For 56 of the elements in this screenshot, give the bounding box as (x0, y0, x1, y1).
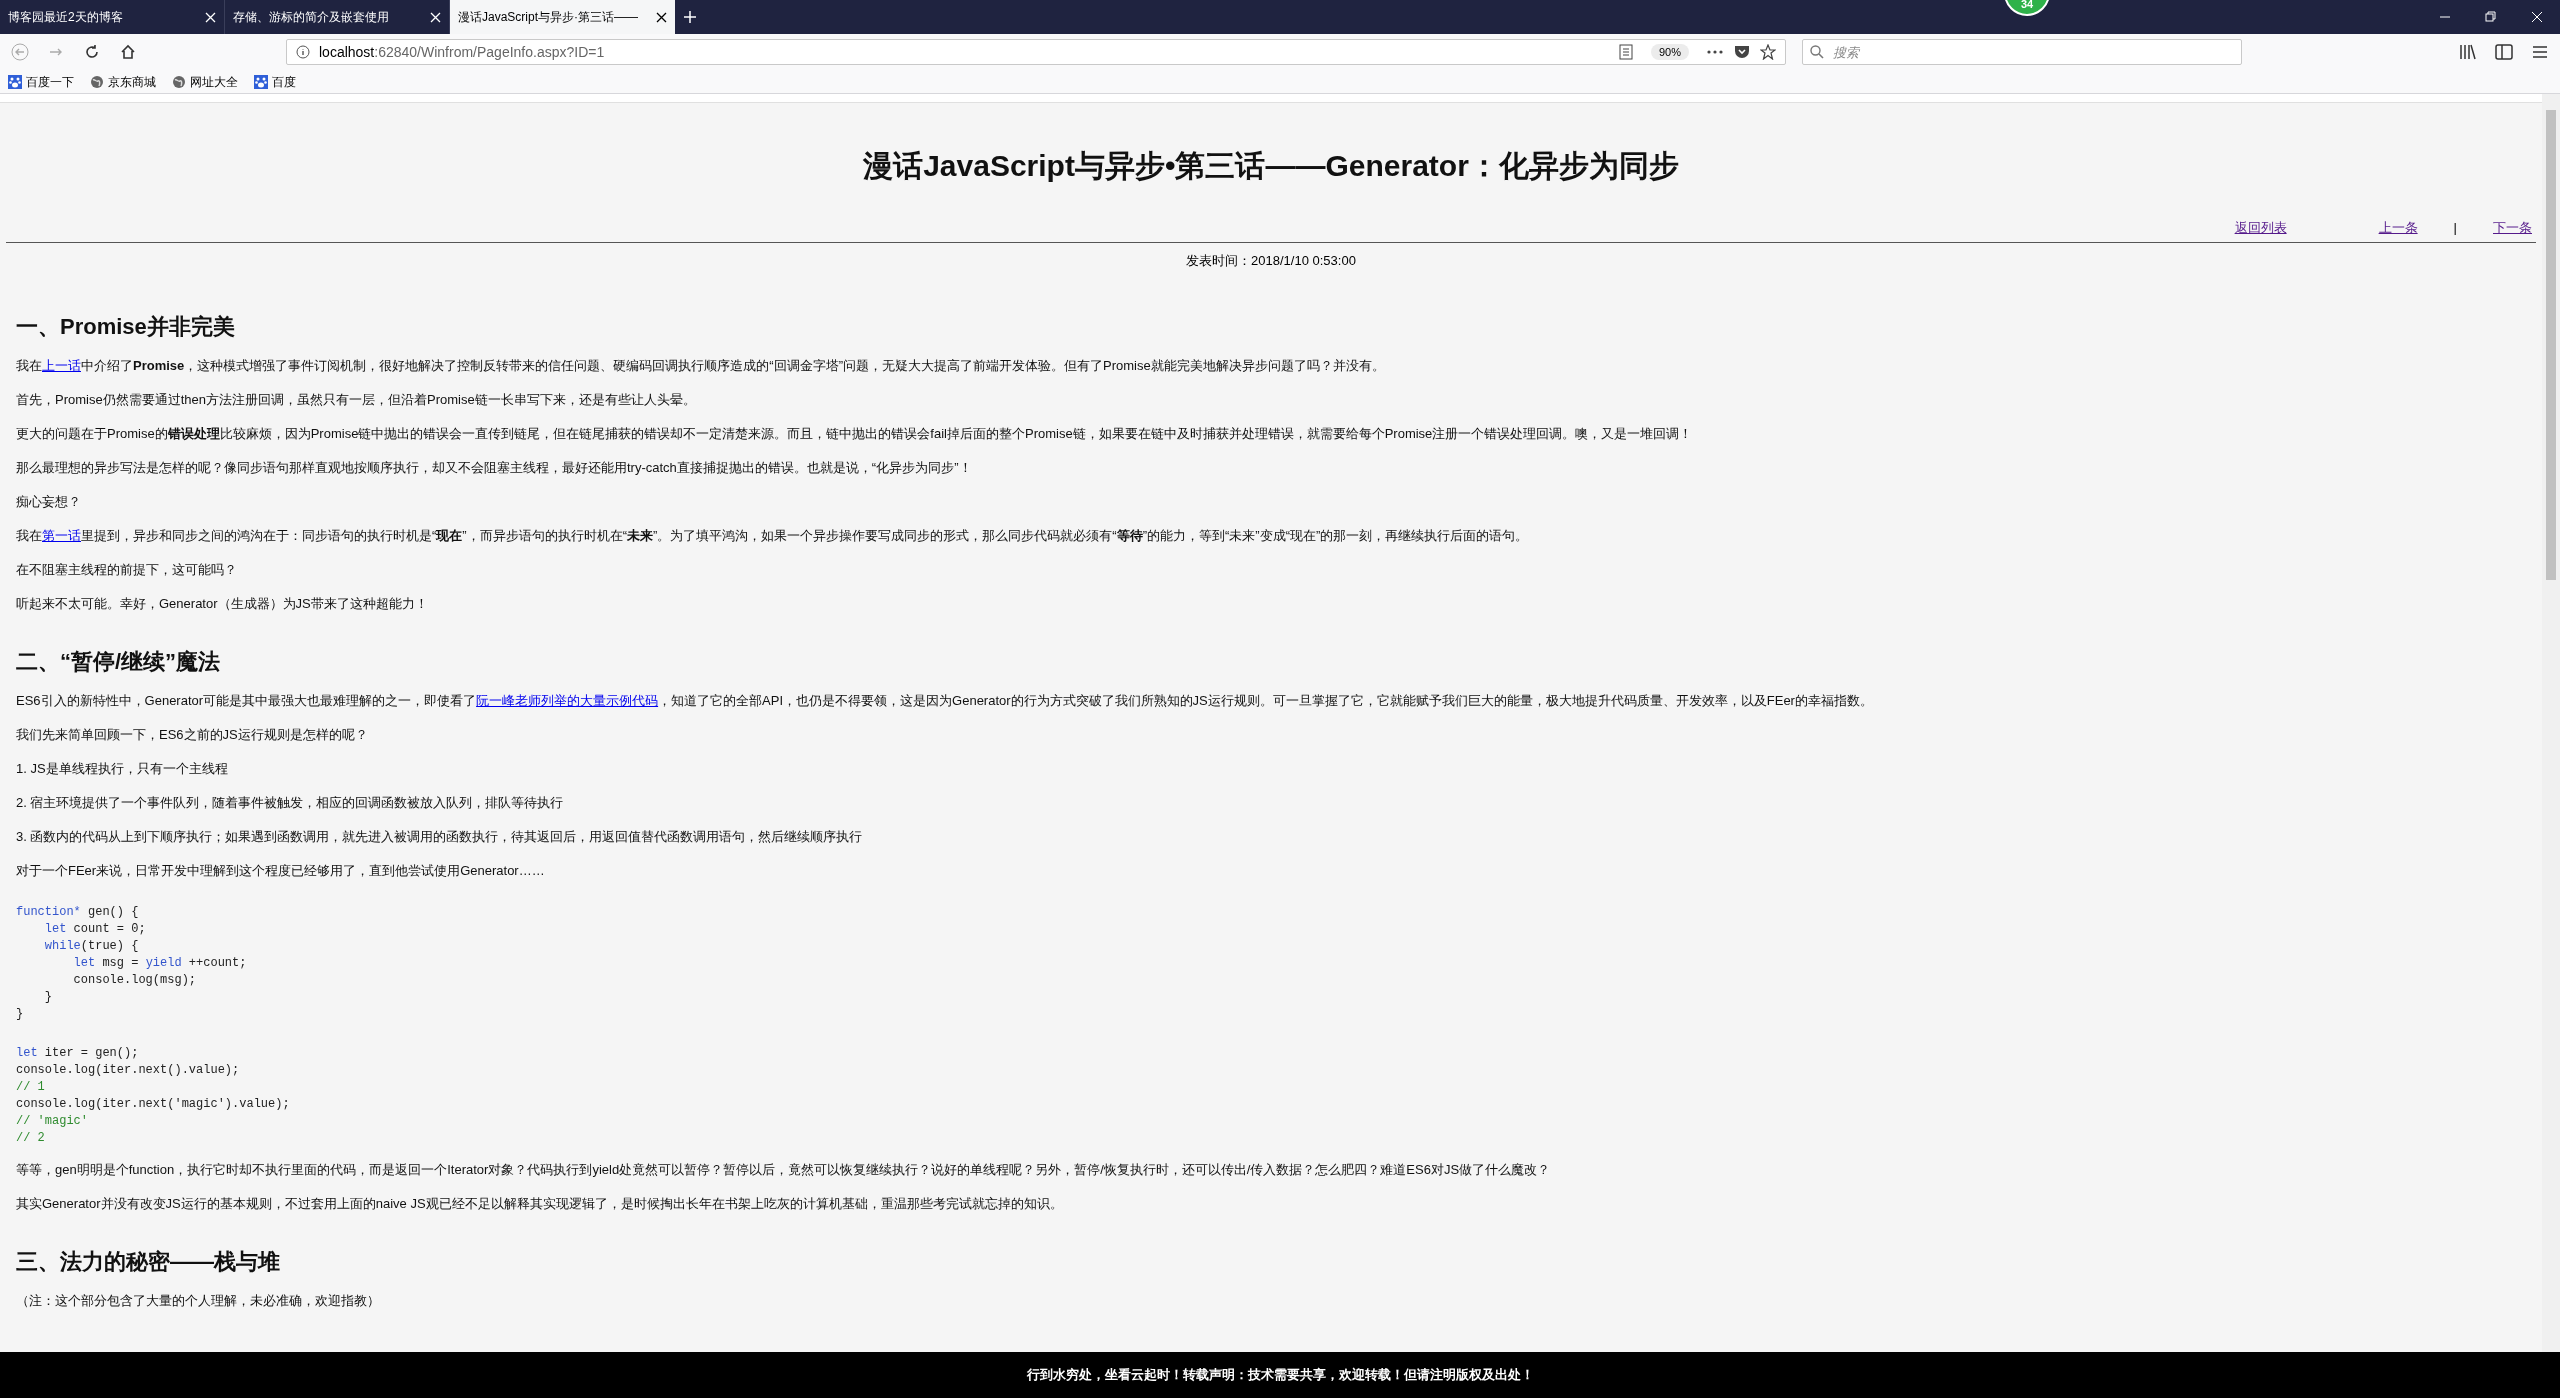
paragraph: 等等，gen明明是个function，执行它时却不执行里面的代码，而是返回一个Iterator对象？代码执行到yield处竟然可以暂停？暂停以后，竟然可以恢复继续执行？说好的单线程呢？另外，暂停/恢复执行时，还可以传出/传入数据？怎么肥四？难道ES6对JS做了什么魔改？ (16, 1161, 1552, 1179)
globe-icon (172, 74, 186, 89)
paragraph: 痴心妄想？ (16, 493, 82, 511)
info-icon[interactable] (295, 44, 311, 60)
publish-time: 发表时间：2018/1/10 0:53:00 (1185, 251, 1357, 270)
tab-title: 漫话JavaScript与异步·第三话—— (458, 9, 639, 26)
paragraph: （注：这个部分包含了大量的个人理解，未必准确，欢迎指教） (16, 1292, 381, 1310)
nav-link[interactable]: 上一条 (2378, 218, 2418, 238)
text-link[interactable]: 阮一峰老师列举的大量示例代码 (476, 693, 659, 708)
zoom-level-button[interactable]: 90% (1650, 43, 1689, 61)
code-text: let iter = gen(); console.log(iter.next().value); // 1 console.log(iter.next('magic').value); // 'magic' // 2 (16, 1045, 291, 1147)
paragraph: 对于一个FEer来说，日常开发中理解到这个程度已经够用了，直到他尝试使用Generator…… (16, 862, 546, 880)
bookmark-link[interactable]: 百度一下 (8, 72, 74, 91)
paragraph: 3. 函数内的代码从上到下顺序执行；如果遇到函数调用，就先进入被调用的函数执行，待其返回后，用返回值替代函数调用语句，然后继续顺序执行 (16, 828, 864, 846)
globe-icon (90, 74, 104, 89)
browser-tab[interactable]: 漫话JavaScript与异步·第三话—— (450, 0, 675, 34)
paw-icon (254, 74, 268, 89)
bookmark-link[interactable]: 百度 (254, 72, 296, 91)
code-text: function* gen() { let count = 0; while(true) { let msg = yield ++count; console.log(msg); } } (16, 904, 248, 1023)
scrollbar-thumb[interactable] (2546, 110, 2556, 580)
section-heading: 三、法力的秘密——栈与堆 (16, 1248, 281, 1276)
section-heading: 一、Promise并非完美 (16, 313, 236, 341)
paragraph: 那么最理想的异步写法是怎样的呢？像同步语句那样直观地按顺序执行，却又不会阻塞主线程，最好还能用try-catch直接捕捉抛出的错误。也就是说，“化异步为同步”！ (16, 459, 973, 477)
paw-icon (8, 74, 22, 89)
address-bar[interactable]: localhost:62840/Winfrom/PageInfo.aspx?ID=1 90% (286, 39, 1786, 65)
paragraph: 我们先来简单回顾一下，ES6之前的JS运行规则是怎样的呢？ (16, 726, 369, 744)
paragraph: ES6引入的新特性中，Generator可能是其中最强大也最难理解的之一，即使看了阮一峰老师列举的大量示例代码，知道了它的全部API，也仍是不得要领，这是因为Generator的行为方式突破了我们所熟知的JS运行规则。可一旦掌握了它，它就能赋予我们巨大的能量，极大地提升代码质量、开发效率，以及FEer的幸福指数。 (16, 692, 1874, 710)
paragraph: 在不阻塞主线程的前提下，这可能吗？ (16, 561, 238, 579)
search-field[interactable]: 搜索 (1802, 39, 2242, 65)
nav-link[interactable]: 返回列表 (2234, 218, 2287, 238)
close-icon[interactable] (656, 11, 667, 23)
tab-title: 博客园最近2天的博客 (8, 9, 123, 26)
text-link[interactable]: 第一话 (42, 528, 81, 543)
pocket-icon[interactable] (1733, 44, 1751, 60)
paragraph: 听起来不太可能。幸好，Generator（生成器）为JS带来了这种超能力！ (16, 595, 429, 613)
paragraph: 首先，Promise仍然需要通过then方法注册回调，虽然只有一层，但沿着Promise链一长串写下来，还是有些让人头晕。 (16, 391, 697, 409)
search-icon (1810, 45, 1824, 59)
reader-view-icon[interactable] (1616, 43, 1635, 61)
bookmark-link[interactable]: 京东商城 (90, 72, 156, 91)
paragraph: 2. 宿主环境提供了一个事件队列，随着事件被触发，相应的回调函数被放入队列，排队等待执行 (16, 794, 565, 812)
paragraph: 我在第一话里提到，异步和同步之间的鸿沟在于：同步语句的执行时机是“现在”，而异步语句的执行时机在“未来”。为了填平鸿沟，如果一个异步操作要写成同步的形式，那么同步代码就必须有“等待”的能力，等到“未来”变成“现在”的那一刻，再继续执行后面的语句。 (16, 527, 1530, 545)
section-heading: 二、“暂停/继续”魔法 (16, 648, 222, 676)
paragraph: 我在上一话中介绍了Promise，这种模式增强了事件订阅机制，很好地解决了控制反转带来的信任问题、硬编码回调执行顺序造成的“回调金字塔”问题，无疑大大提高了前端开发体验。但有了Promise就能完美地解决异步问题了吗？并没有。 (16, 357, 1386, 375)
notification-badge: 34 (2004, 0, 2050, 16)
tab-title: 存储、游标的简介及嵌套使用 (233, 9, 389, 26)
footer-notice: 行到水穷处，坐看云起时！转载声明：技术需要共享，欢迎转载！但请注明版权及出处！ (1026, 1366, 1534, 1385)
article-title: 漫话JavaScript与异步•第三话——Generator：化异步为同步 (862, 148, 1680, 184)
star-icon[interactable] (1759, 43, 1777, 61)
paragraph: 更大的问题在于Promise的错误处理比较麻烦，因为Promise链中抛出的错误会一直传到链尾，但在链尾捕获的错误却不一定清楚来源。而且，链中抛出的错误会fail掉后面的整个Promise链，如果要在链中及时捕获并处理错误，就需要给每个Promise注册一个错误处理回调。噢，又是一堆回调！ (16, 425, 1694, 443)
paragraph: 其实Generator并没有改变JS运行的基本规则，不过套用上面的naive JS观已经不足以解释其实现逻辑了，是时候掏出长年在书架上吃灰的计算机基础，重温那些考完试就忘掉的知识。 (16, 1195, 1064, 1213)
paragraph: 1. JS是单线程执行，只有一个主线程 (16, 760, 229, 778)
nav-link[interactable]: 下一条 (2493, 218, 2532, 238)
text-link[interactable]: 上一话 (42, 358, 81, 373)
bookmark-link[interactable]: 网址大全 (172, 72, 238, 91)
url-text: localhost:62840/Winfrom/PageInfo.aspx?ID=1 (319, 42, 606, 62)
separator-text: | (2453, 219, 2457, 237)
